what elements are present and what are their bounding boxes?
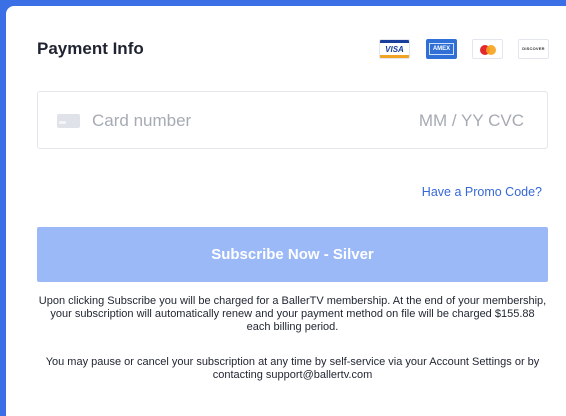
amex-icon: AMEX — [426, 39, 457, 59]
promo-code-link[interactable]: Have a Promo Code? — [422, 185, 542, 199]
mastercard-icon — [472, 39, 503, 59]
visa-label: VISA — [385, 45, 404, 54]
payment-info-title: Payment Info — [37, 39, 144, 58]
amex-label: AMEX — [429, 43, 454, 55]
card-number-placeholder[interactable]: Card number — [92, 111, 191, 131]
credit-card-icon — [57, 114, 80, 128]
cancellation-notice: You may pause or cancel your subscriptio… — [45, 356, 540, 381]
billing-notice: Upon clicking Subscribe you will be char… — [38, 295, 547, 333]
subscribe-button[interactable]: Subscribe Now - Silver — [37, 227, 548, 282]
visa-icon: VISA — [379, 39, 410, 59]
discover-label: DISCOVER — [522, 46, 545, 51]
payment-card: Payment Info VISA AMEX DISCOVER Card num… — [6, 6, 566, 416]
expiry-cvc-placeholder[interactable]: MM / YY CVC — [419, 111, 524, 131]
discover-icon: DISCOVER — [518, 39, 549, 59]
card-number-field[interactable]: Card number MM / YY CVC — [37, 91, 548, 149]
